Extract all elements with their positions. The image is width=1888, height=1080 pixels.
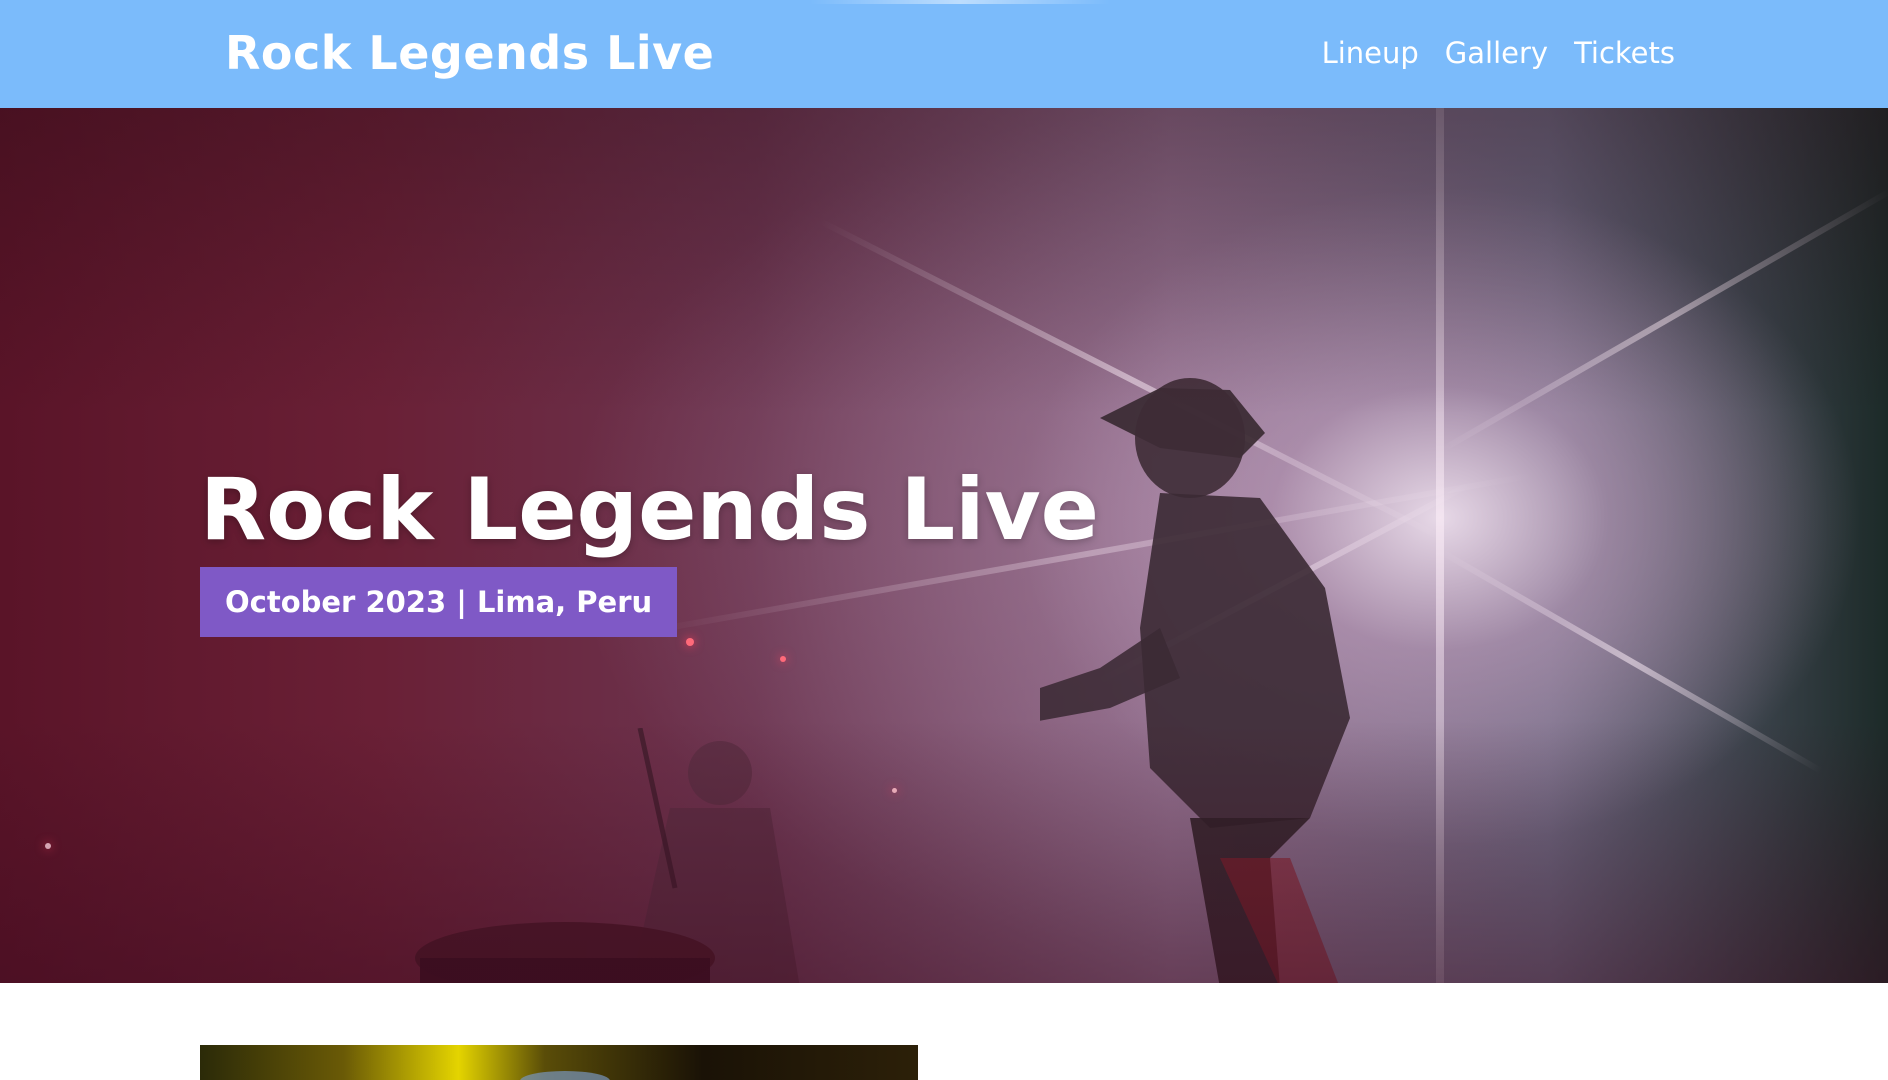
nav-link-lineup[interactable]: Lineup [1322,30,1419,76]
event-date-location-badge: October 2023 | Lima, Peru [200,567,678,637]
section-preview-image [200,1045,918,1080]
hero-title: Rock Legends Live [200,460,1100,560]
main-nav: Lineup Gallery Tickets [1322,30,1675,76]
nav-link-gallery[interactable]: Gallery [1445,30,1548,76]
site-header: Rock Legends Live Lineup Gallery Tickets [0,0,1888,108]
preview-glint [520,1071,610,1080]
site-logo-link[interactable]: Rock Legends Live [225,22,714,84]
header-glow [810,0,1110,4]
nav-link-tickets[interactable]: Tickets [1574,30,1675,76]
